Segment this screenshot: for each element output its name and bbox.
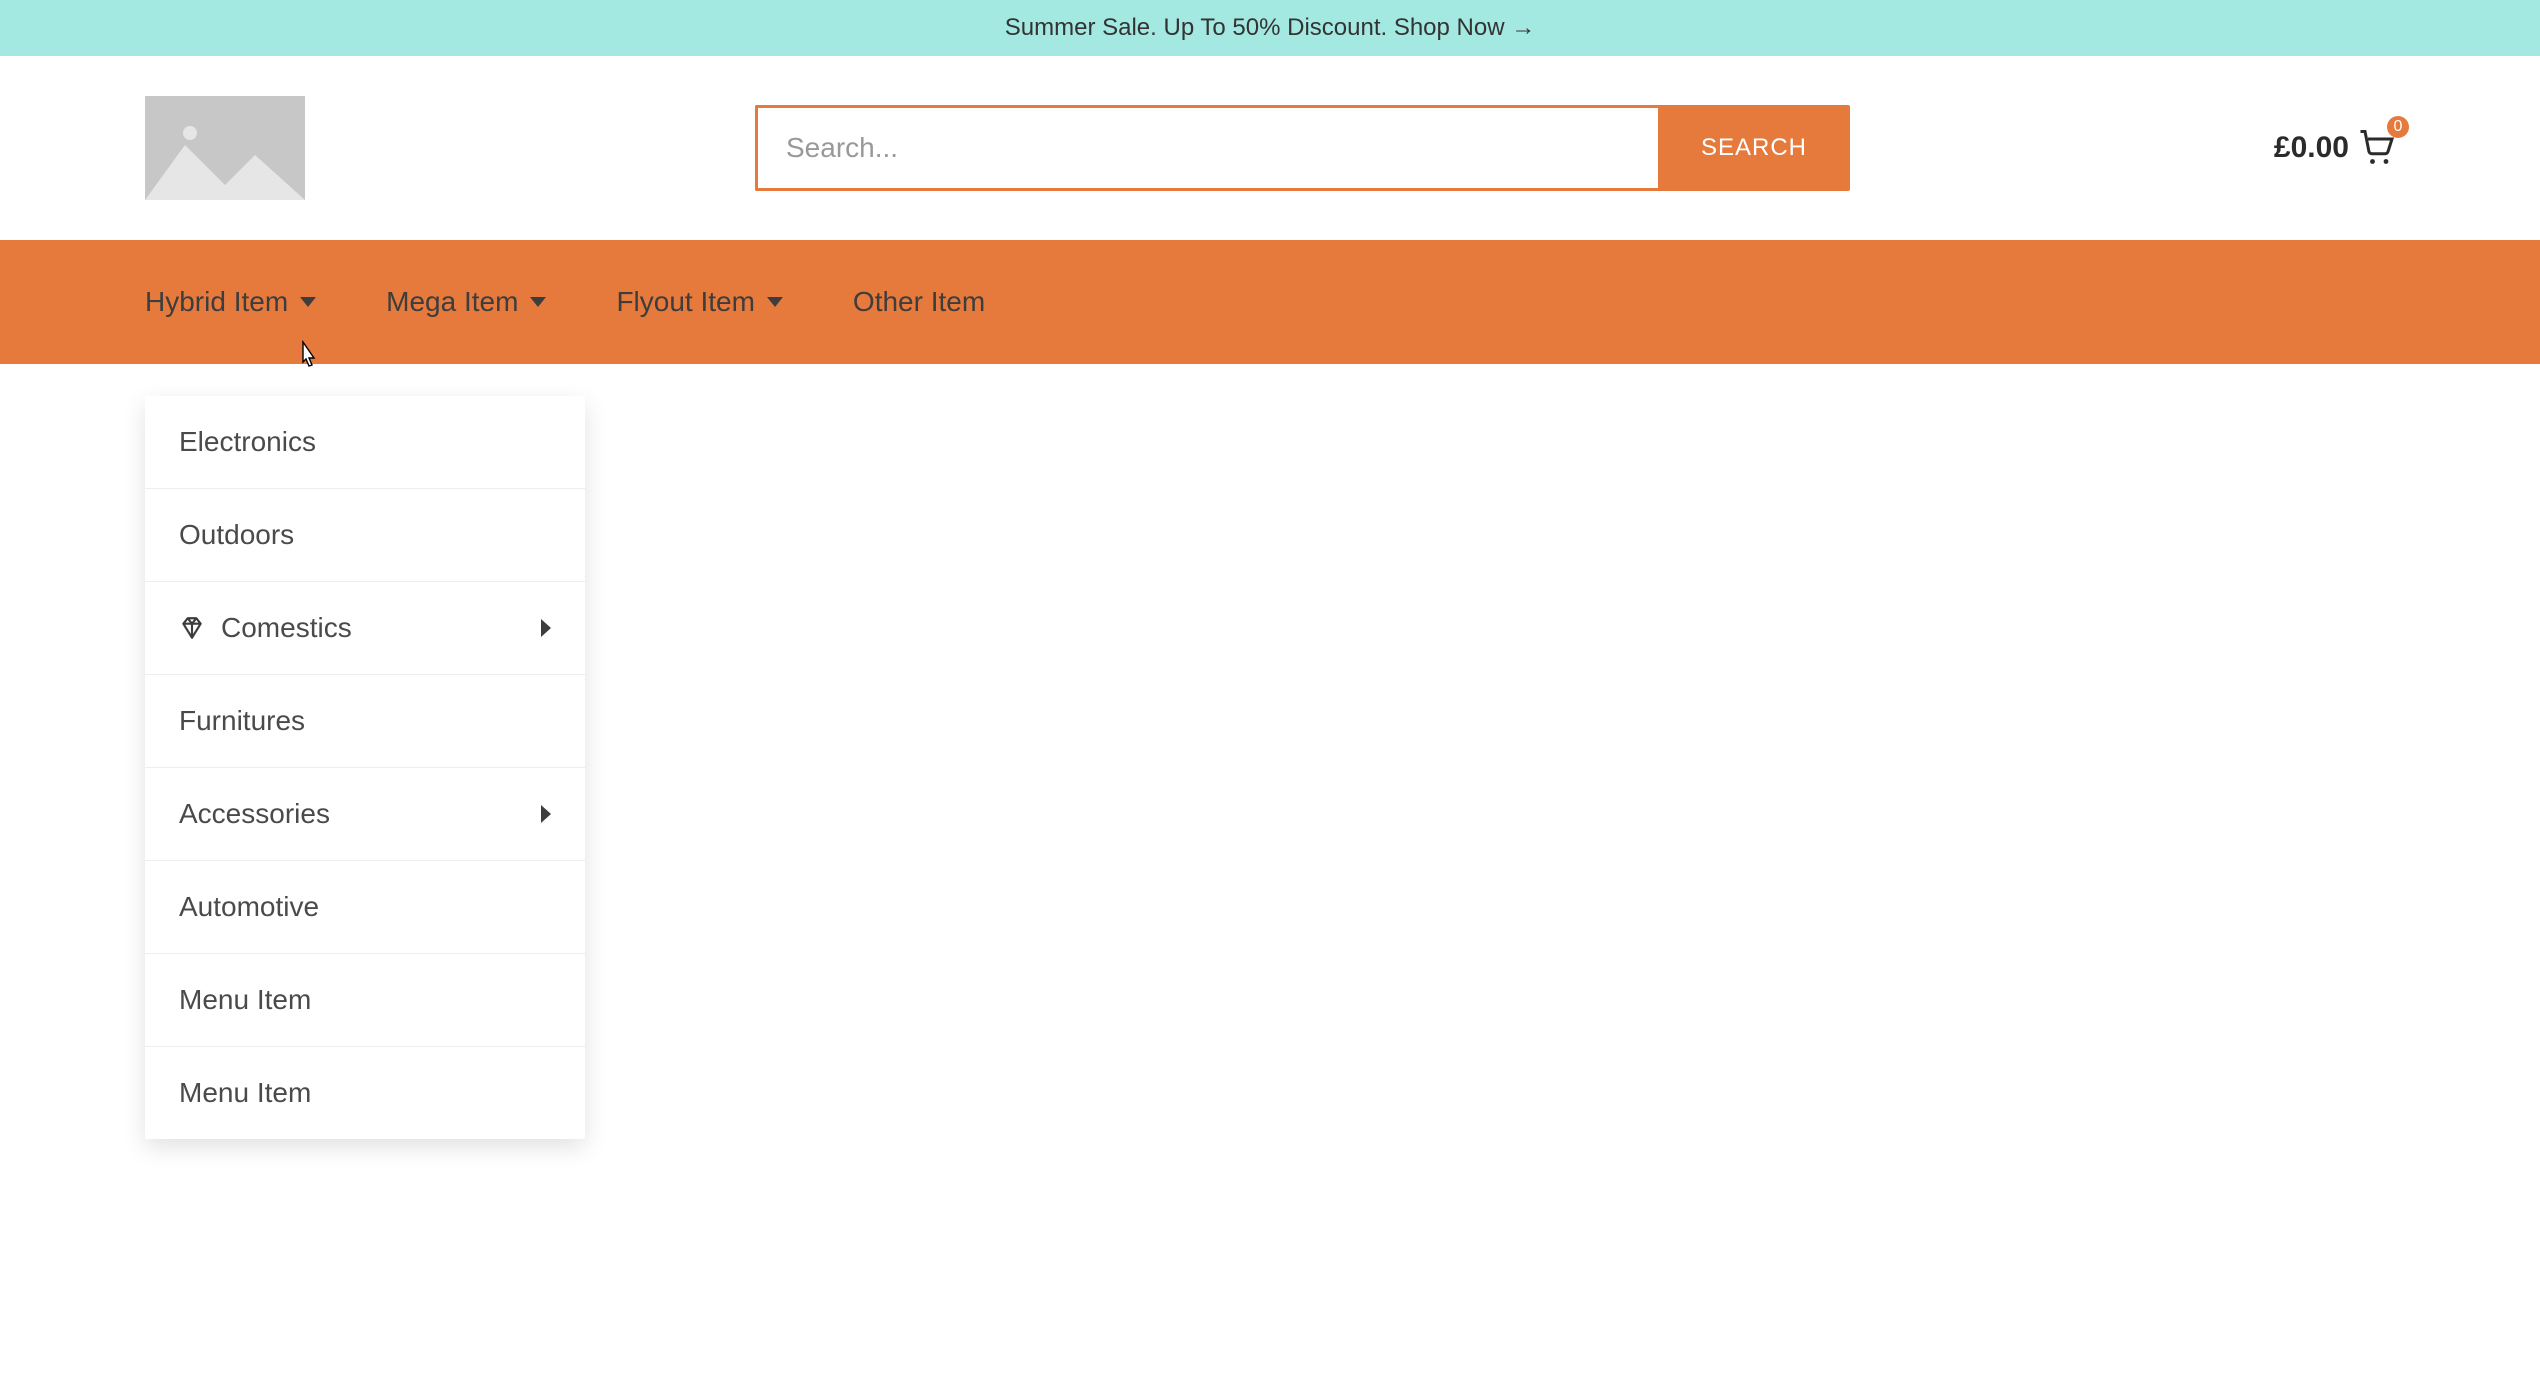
dropdown-item-label: Menu Item (179, 984, 311, 1016)
dropdown-item-accessories[interactable]: Accessories (145, 768, 585, 861)
dropdown-item-label: Comestics (221, 612, 352, 644)
dropdown-item-electronics[interactable]: Electronics (145, 396, 585, 489)
nav-item-flyout[interactable]: Flyout Item (616, 286, 782, 318)
cart-icon-box: 0 (2359, 130, 2395, 166)
dropdown-item-label: Accessories (179, 798, 330, 830)
dropdown-item-label: Outdoors (179, 519, 294, 551)
nav-item-other[interactable]: Other Item (853, 286, 985, 318)
dropdown-item-menu-1[interactable]: Menu Item (145, 954, 585, 1047)
main-nav: Hybrid Item Mega Item Flyout Item Other … (0, 240, 2540, 364)
dropdown-item-label: Electronics (179, 426, 316, 458)
dropdown-item-comestics[interactable]: Comestics (145, 582, 585, 675)
dropdown-item-label: Menu Item (179, 1077, 311, 1109)
nav-item-label: Mega Item (386, 286, 518, 318)
nav-item-label: Other Item (853, 286, 985, 318)
nav-item-label: Flyout Item (616, 286, 754, 318)
dropdown-item-label: Automotive (179, 891, 319, 923)
hybrid-dropdown: Electronics Outdoors Comestics Furniture… (145, 396, 585, 1139)
chevron-right-icon (541, 805, 551, 823)
nav-item-label: Hybrid Item (145, 286, 288, 318)
cart-badge: 0 (2387, 116, 2409, 138)
dropdown-item-furnitures[interactable]: Furnitures (145, 675, 585, 768)
nav-item-mega[interactable]: Mega Item (386, 286, 546, 318)
logo-mountain-icon (145, 130, 305, 200)
caret-down-icon (767, 297, 783, 307)
caret-down-icon (300, 297, 316, 307)
announcement-bar[interactable]: Summer Sale. Up To 50% Discount. Shop No… (0, 0, 2540, 56)
dropdown-item-menu-2[interactable]: Menu Item (145, 1047, 585, 1139)
logo-placeholder[interactable] (145, 96, 305, 200)
announcement-text: Summer Sale. Up To 50% Discount. Shop No… (1005, 14, 1535, 41)
caret-down-icon (530, 297, 546, 307)
cart-amount: £0.00 (2274, 131, 2349, 165)
diamond-icon (179, 615, 205, 641)
nav-item-hybrid[interactable]: Hybrid Item (145, 286, 316, 318)
dropdown-item-automotive[interactable]: Automotive (145, 861, 585, 954)
dropdown-item-outdoors[interactable]: Outdoors (145, 489, 585, 582)
search-input[interactable] (755, 105, 1658, 191)
search-form: SEARCH (755, 105, 1850, 191)
dropdown-item-label: Furnitures (179, 705, 305, 737)
search-button[interactable]: SEARCH (1658, 105, 1850, 191)
cart-widget[interactable]: £0.00 0 (2274, 130, 2395, 166)
chevron-right-icon (541, 619, 551, 637)
header: SEARCH £0.00 0 (0, 56, 2540, 240)
cart-icon (2359, 130, 2395, 166)
